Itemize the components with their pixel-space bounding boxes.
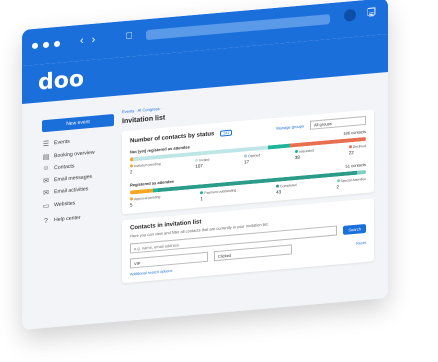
envelope-icon: ✉ — [43, 177, 49, 185]
bar-segment — [130, 188, 154, 195]
page-title: Invitation list — [122, 114, 166, 126]
status-stat: Completed 43 — [276, 183, 297, 195]
legend-swatch-icon — [130, 197, 133, 201]
help-icon: ? — [44, 217, 48, 225]
legend-swatch-icon — [130, 164, 133, 168]
legend-swatch-icon — [294, 149, 298, 154]
status-stat: Declined 22 — [348, 144, 366, 156]
main-content: Events · AI Congress · Invitation list N… — [122, 87, 374, 284]
monitor-icon: ▭ — [42, 202, 50, 210]
sidebar-item-events[interactable]: ☰ Events — [42, 134, 114, 148]
sidebar-item-email-activities[interactable]: ✉ Email activities — [42, 183, 114, 197]
manage-groups-link[interactable]: Manage groups — [276, 123, 304, 130]
window-controls[interactable] — [32, 40, 60, 50]
sidebar-item-label: Booking overview — [54, 149, 95, 159]
sidebar-item-websites[interactable]: ▭ Websites — [42, 195, 114, 210]
status-card-title: Number of contacts by status — [130, 130, 215, 145]
bar-segment — [268, 143, 290, 150]
back-arrow-icon[interactable]: ‹ — [80, 35, 84, 47]
legend-swatch-icon — [336, 179, 340, 183]
sidebar-item-booking-overview[interactable]: ▤ Booking overview — [42, 146, 114, 161]
status-stat: Special Attendee 2 — [336, 177, 366, 189]
document-icon: ▤ — [42, 153, 50, 161]
stat-value: 43 — [276, 189, 282, 195]
legend-swatch-icon — [200, 191, 204, 195]
window-dot-icon[interactable] — [32, 42, 38, 50]
person-icon: ☺ — [42, 164, 50, 173]
legend-swatch-icon — [244, 154, 248, 158]
status-badge: 241 — [220, 129, 233, 137]
sidebar-item-contacts[interactable]: ☺ Contacts — [42, 159, 114, 172]
not-registered-total: 186 contacts — [343, 128, 366, 136]
window-dot-icon[interactable] — [43, 41, 49, 49]
status-stat: Interested 38 — [294, 148, 314, 161]
stat-value: 22 — [348, 149, 354, 156]
bar-segment — [356, 169, 366, 175]
legend-swatch-icon — [276, 184, 280, 188]
status-stat: Invitation pending 2 — [130, 162, 161, 175]
new-event-button[interactable]: New event — [42, 113, 114, 133]
status-card: Number of contacts by status 241 Manage … — [122, 109, 374, 215]
window-dot-icon[interactable] — [54, 40, 60, 48]
browser-mockup: ‹ › □ ❐ doo ≡ New event ☰ Events ▤ Booking … — [0, 0, 438, 362]
app-logo[interactable]: doo — [38, 67, 84, 96]
bookmarks-icon[interactable]: □ — [126, 30, 132, 42]
status-stat: Approval pending 5 — [130, 195, 160, 208]
envelope-check-icon: ✉ — [43, 189, 49, 198]
forward-arrow-icon[interactable]: › — [92, 34, 96, 46]
sidebar-item-label: Help center — [54, 214, 81, 224]
registered-total: 51 contacts — [345, 161, 366, 169]
search-button[interactable]: Search — [343, 223, 366, 235]
stat-value: 17 — [244, 159, 250, 165]
hamburger-menu-icon[interactable]: ≡ — [369, 9, 374, 19]
sidebar-item-email-messages[interactable]: ✉ Email messages — [42, 170, 114, 184]
legend-swatch-icon — [195, 158, 199, 162]
group-select[interactable]: All groups — [310, 115, 366, 130]
sidebar-item-label: Email messages — [54, 173, 93, 183]
legend-swatch-icon — [348, 145, 352, 149]
stat-value: 38 — [294, 154, 300, 161]
sidebar-item-label: Events — [54, 138, 70, 147]
list-icon: ☰ — [42, 140, 50, 149]
contacts-list-card: Contacts in invitation list Here you can… — [122, 198, 374, 284]
sidebar-item-label: Email activities — [54, 186, 89, 196]
status-stat: Opened 17 — [244, 153, 260, 165]
reset-link[interactable]: Reset — [356, 241, 366, 246]
sidebar-item-label: Websites — [54, 199, 76, 208]
address-bar[interactable] — [146, 14, 330, 41]
status-stat: Payment outstanding 1 — [200, 188, 236, 201]
sidebar-item-label: Contacts — [54, 162, 75, 171]
sidebar-item-help[interactable]: ? Help center — [42, 211, 114, 225]
sidebar: New event ☰ Events ▤ Booking overview ☺ Conta… — [42, 113, 114, 229]
status-stat: Invited 107 — [195, 158, 209, 169]
browser-window: ‹ › □ ❐ doo ≡ New event ☰ Events ▤ Booking … — [22, 0, 388, 330]
stat-value: 107 — [195, 163, 203, 169]
